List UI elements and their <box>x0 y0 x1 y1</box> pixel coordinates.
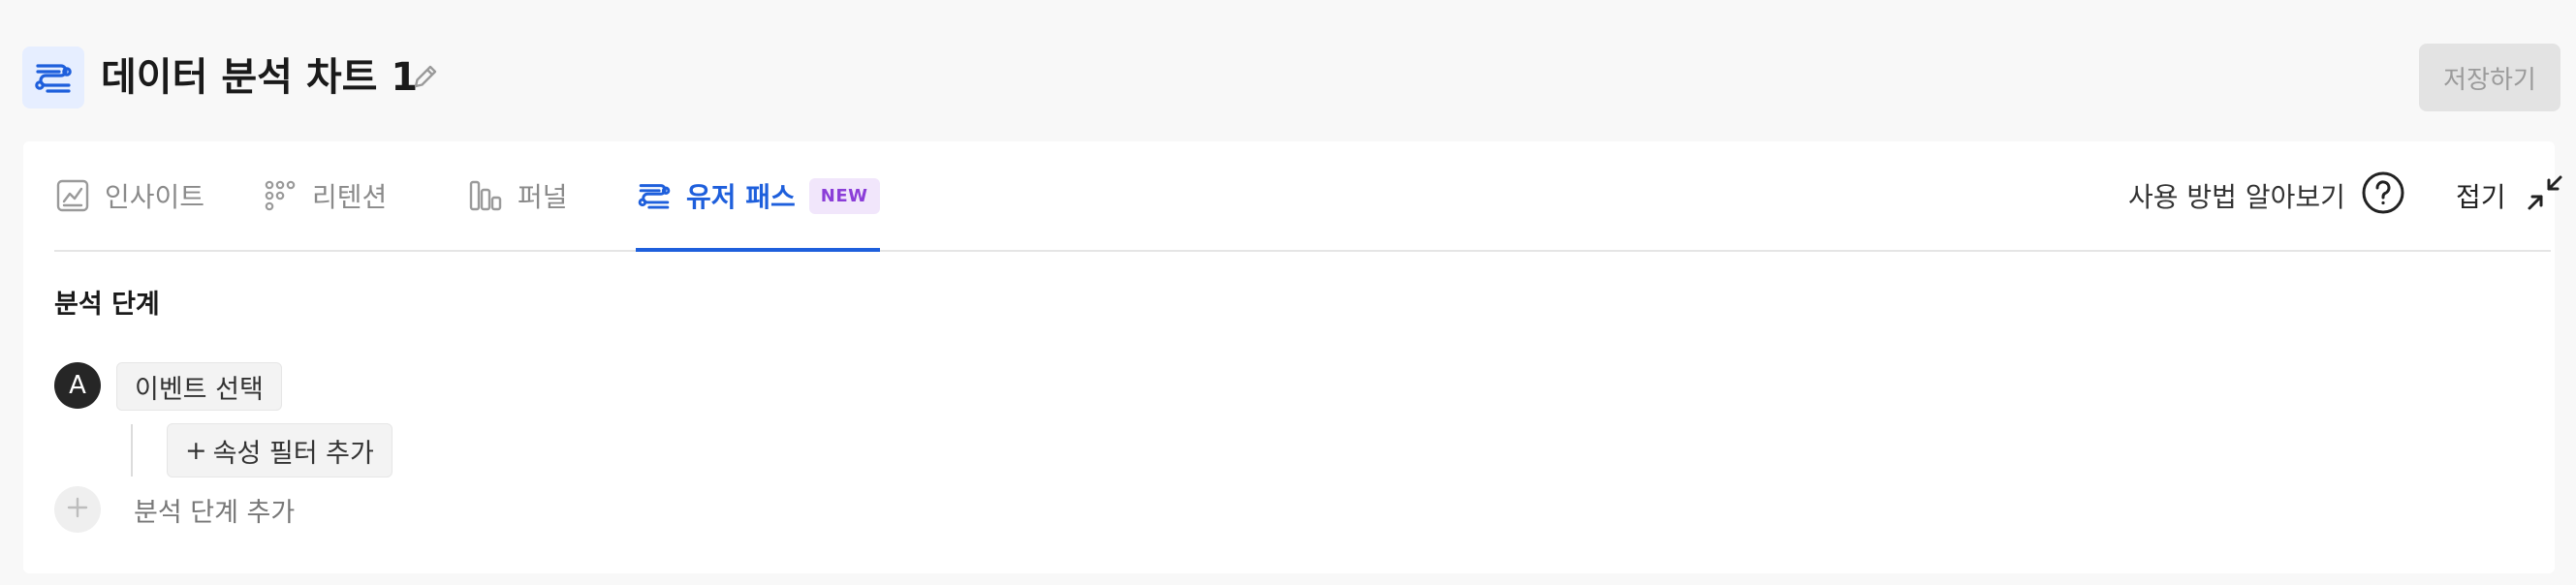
page-header: 데이터 분석 차트 1 저장하기 <box>0 0 2576 141</box>
help-link[interactable]: 사용 방법 알아보기 <box>2128 170 2405 221</box>
event-select-button[interactable]: 이벤트 선택 <box>116 362 282 411</box>
tab-label: 퍼널 <box>518 181 568 213</box>
analysis-panel: 인사이트 리텐션 퍼널 유저 패스 NEW 사용 방법 알아보기 접기 분석 단… <box>23 141 2562 573</box>
collapse-button[interactable]: 접기 <box>2456 170 2564 221</box>
section-title: 분석 단계 <box>54 290 160 320</box>
active-tab-indicator <box>636 248 880 252</box>
add-step-button[interactable] <box>54 486 101 533</box>
tab-retention[interactable]: 리텐션 <box>262 141 387 250</box>
collapse-arrows-icon <box>2526 173 2564 219</box>
new-badge: NEW <box>808 177 880 214</box>
question-circle-icon <box>2361 170 2405 222</box>
plus-icon: + <box>185 435 207 466</box>
help-label: 사용 방법 알아보기 <box>2128 181 2345 213</box>
tab-bar: 인사이트 리텐션 퍼널 유저 패스 NEW 사용 방법 알아보기 접기 <box>54 141 2562 252</box>
tab-label: 유저 패스 <box>686 181 796 213</box>
tab-label: 인사이트 <box>105 181 205 213</box>
add-filter-label: 속성 필터 추가 <box>212 438 374 469</box>
dot-grid-icon <box>262 177 298 214</box>
tab-insight[interactable]: 인사이트 <box>54 141 204 250</box>
chart-line-icon <box>54 177 91 214</box>
add-step-label[interactable]: 분석 단계 추가 <box>134 490 295 529</box>
tree-connector <box>131 424 133 477</box>
tab-user-path[interactable]: 유저 패스 NEW <box>636 141 880 252</box>
plus-icon <box>66 496 89 523</box>
user-path-icon <box>636 177 673 214</box>
tab-funnel[interactable]: 퍼널 <box>467 141 568 250</box>
tab-label: 리텐션 <box>312 181 388 213</box>
step-marker: A <box>54 362 101 409</box>
save-button[interactable]: 저장하기 <box>2419 44 2560 111</box>
user-path-logo-icon <box>22 46 84 108</box>
pencil-icon[interactable] <box>409 60 442 93</box>
bar-chart-icon <box>467 177 504 214</box>
add-property-filter-button[interactable]: + 속성 필터 추가 <box>167 423 393 477</box>
page-title: 데이터 분석 차트 1 <box>101 55 419 100</box>
collapse-label: 접기 <box>2456 181 2506 213</box>
